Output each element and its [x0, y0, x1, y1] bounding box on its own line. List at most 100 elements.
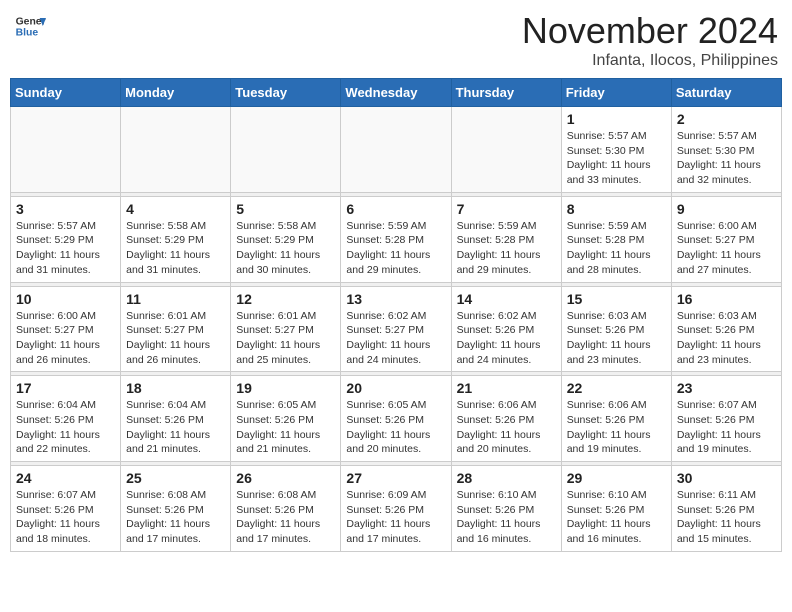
calendar-day-cell: 12Sunrise: 6:01 AM Sunset: 5:27 PM Dayli…: [231, 286, 341, 372]
title-section: November 2024 Infanta, Ilocos, Philippin…: [522, 10, 778, 70]
day-info: Sunrise: 6:04 AM Sunset: 5:26 PM Dayligh…: [126, 398, 225, 457]
day-number: 2: [677, 111, 776, 127]
day-info: Sunrise: 6:08 AM Sunset: 5:26 PM Dayligh…: [126, 488, 225, 547]
calendar-week-row: 17 Sunrise: 6:04 AM Sunset: 5:26 PM Dayli…: [11, 376, 782, 462]
calendar-week-row: 1 Sunrise: 5:57 AM Sunset: 5:30 PM Daylig…: [11, 107, 782, 193]
day-info: Sunrise: 6:06 AM Sunset: 5:26 PM Dayligh…: [457, 398, 556, 457]
calendar-day-cell: 9Sunrise: 6:00 AM Sunset: 5:27 PM Daylig…: [671, 196, 781, 282]
day-number: 29: [567, 470, 666, 486]
calendar-day-cell: 5 Sunrise: 5:58 AM Sunset: 5:29 PM Daylig…: [231, 196, 341, 282]
day-info: Sunrise: 5:57 AM Sunset: 5:30 PM Dayligh…: [567, 129, 666, 188]
weekday-header: Saturday: [671, 79, 781, 107]
calendar-week-row: 10 Sunrise: 6:00 AM Sunset: 5:27 PM Dayli…: [11, 286, 782, 372]
calendar-day-cell: 27 Sunrise: 6:09 AM Sunset: 5:26 PM Dayli…: [341, 466, 451, 552]
day-number: 18: [126, 380, 225, 396]
day-info: Sunrise: 6:00 AM Sunset: 5:27 PM Dayligh…: [677, 219, 776, 278]
day-number: 13: [346, 291, 445, 307]
day-info: Sunrise: 5:59 AM Sunset: 5:28 PM Dayligh…: [457, 219, 556, 278]
day-info: Sunrise: 6:07 AM Sunset: 5:26 PM Dayligh…: [16, 488, 115, 547]
calendar-day-cell: 14Sunrise: 6:02 AM Sunset: 5:26 PM Dayli…: [451, 286, 561, 372]
day-info: Sunrise: 6:03 AM Sunset: 5:26 PM Dayligh…: [677, 309, 776, 368]
calendar-day-cell: 23Sunrise: 6:07 AM Sunset: 5:26 PM Dayli…: [671, 376, 781, 462]
day-info: Sunrise: 6:02 AM Sunset: 5:27 PM Dayligh…: [346, 309, 445, 368]
calendar-day-cell: 29 Sunrise: 6:10 AM Sunset: 5:26 PM Dayli…: [561, 466, 671, 552]
calendar-day-cell: [231, 107, 341, 193]
day-info: Sunrise: 6:10 AM Sunset: 5:26 PM Dayligh…: [457, 488, 556, 547]
month-title: November 2024: [522, 10, 778, 52]
day-number: 19: [236, 380, 335, 396]
day-number: 27: [346, 470, 445, 486]
day-info: Sunrise: 6:05 AM Sunset: 5:26 PM Dayligh…: [346, 398, 445, 457]
day-info: Sunrise: 5:58 AM Sunset: 5:29 PM Dayligh…: [236, 219, 335, 278]
weekday-header: Sunday: [11, 79, 121, 107]
day-info: Sunrise: 6:08 AM Sunset: 5:26 PM Dayligh…: [236, 488, 335, 547]
day-info: Sunrise: 6:00 AM Sunset: 5:27 PM Dayligh…: [16, 309, 115, 368]
location-title: Infanta, Ilocos, Philippines: [522, 52, 778, 70]
calendar-day-cell: 15 Sunrise: 6:03 AM Sunset: 5:26 PM Dayli…: [561, 286, 671, 372]
day-info: Sunrise: 6:07 AM Sunset: 5:26 PM Dayligh…: [677, 398, 776, 457]
svg-text:Blue: Blue: [16, 28, 39, 39]
day-info: Sunrise: 5:57 AM Sunset: 5:29 PM Dayligh…: [16, 219, 115, 278]
weekday-header: Thursday: [451, 79, 561, 107]
calendar-day-cell: 4 Sunrise: 5:58 AM Sunset: 5:29 PM Daylig…: [121, 196, 231, 282]
day-number: 12: [236, 291, 335, 307]
calendar-week-row: 24 Sunrise: 6:07 AM Sunset: 5:26 PM Dayli…: [11, 466, 782, 552]
logo: General Blue: [14, 10, 46, 42]
calendar-day-cell: [121, 107, 231, 193]
calendar-day-cell: 26 Sunrise: 6:08 AM Sunset: 5:26 PM Dayli…: [231, 466, 341, 552]
calendar-day-cell: 17 Sunrise: 6:04 AM Sunset: 5:26 PM Dayli…: [11, 376, 121, 462]
day-number: 30: [677, 470, 776, 486]
day-info: Sunrise: 5:58 AM Sunset: 5:29 PM Dayligh…: [126, 219, 225, 278]
calendar-day-cell: 13 Sunrise: 6:02 AM Sunset: 5:27 PM Dayli…: [341, 286, 451, 372]
day-number: 24: [16, 470, 115, 486]
day-number: 10: [16, 291, 115, 307]
day-number: 5: [236, 201, 335, 217]
day-number: 28: [457, 470, 556, 486]
calendar-day-cell: 19 Sunrise: 6:05 AM Sunset: 5:26 PM Dayli…: [231, 376, 341, 462]
page-header: General Blue November 2024 Infanta, Iloc…: [10, 10, 782, 70]
day-number: 20: [346, 380, 445, 396]
day-info: Sunrise: 5:59 AM Sunset: 5:28 PM Dayligh…: [567, 219, 666, 278]
calendar-day-cell: 2Sunrise: 5:57 AM Sunset: 5:30 PM Daylig…: [671, 107, 781, 193]
calendar-day-cell: 25 Sunrise: 6:08 AM Sunset: 5:26 PM Dayli…: [121, 466, 231, 552]
calendar-day-cell: 1 Sunrise: 5:57 AM Sunset: 5:30 PM Daylig…: [561, 107, 671, 193]
calendar-day-cell: 6Sunrise: 5:59 AM Sunset: 5:28 PM Daylig…: [341, 196, 451, 282]
calendar-day-cell: 24 Sunrise: 6:07 AM Sunset: 5:26 PM Dayli…: [11, 466, 121, 552]
calendar-day-cell: [11, 107, 121, 193]
day-info: Sunrise: 6:05 AM Sunset: 5:26 PM Dayligh…: [236, 398, 335, 457]
weekday-header: Wednesday: [341, 79, 451, 107]
weekday-header: Monday: [121, 79, 231, 107]
day-info: Sunrise: 6:04 AM Sunset: 5:26 PM Dayligh…: [16, 398, 115, 457]
weekday-header: Tuesday: [231, 79, 341, 107]
day-number: 26: [236, 470, 335, 486]
day-info: Sunrise: 6:09 AM Sunset: 5:26 PM Dayligh…: [346, 488, 445, 547]
day-info: Sunrise: 6:10 AM Sunset: 5:26 PM Dayligh…: [567, 488, 666, 547]
day-number: 15: [567, 291, 666, 307]
calendar-day-cell: [341, 107, 451, 193]
calendar-week-row: 3 Sunrise: 5:57 AM Sunset: 5:29 PM Daylig…: [11, 196, 782, 282]
calendar-day-cell: 22Sunrise: 6:06 AM Sunset: 5:26 PM Dayli…: [561, 376, 671, 462]
day-number: 3: [16, 201, 115, 217]
day-info: Sunrise: 6:06 AM Sunset: 5:26 PM Dayligh…: [567, 398, 666, 457]
calendar-day-cell: [451, 107, 561, 193]
calendar-day-cell: 20 Sunrise: 6:05 AM Sunset: 5:26 PM Dayli…: [341, 376, 451, 462]
calendar-day-cell: 30 Sunrise: 6:11 AM Sunset: 5:26 PM Dayli…: [671, 466, 781, 552]
calendar-day-cell: 11Sunrise: 6:01 AM Sunset: 5:27 PM Dayli…: [121, 286, 231, 372]
calendar-day-cell: 28 Sunrise: 6:10 AM Sunset: 5:26 PM Dayli…: [451, 466, 561, 552]
day-number: 14: [457, 291, 556, 307]
day-number: 7: [457, 201, 556, 217]
day-number: 1: [567, 111, 666, 127]
day-info: Sunrise: 6:01 AM Sunset: 5:27 PM Dayligh…: [126, 309, 225, 368]
calendar-day-cell: 10 Sunrise: 6:00 AM Sunset: 5:27 PM Dayli…: [11, 286, 121, 372]
day-number: 4: [126, 201, 225, 217]
weekday-header: Friday: [561, 79, 671, 107]
calendar-day-cell: 3 Sunrise: 5:57 AM Sunset: 5:29 PM Daylig…: [11, 196, 121, 282]
calendar-header-row: SundayMondayTuesdayWednesdayThursdayFrid…: [11, 79, 782, 107]
day-info: Sunrise: 6:11 AM Sunset: 5:26 PM Dayligh…: [677, 488, 776, 547]
day-info: Sunrise: 6:03 AM Sunset: 5:26 PM Dayligh…: [567, 309, 666, 368]
logo-icon: General Blue: [14, 10, 46, 42]
day-number: 25: [126, 470, 225, 486]
day-number: 17: [16, 380, 115, 396]
calendar-day-cell: 21Sunrise: 6:06 AM Sunset: 5:26 PM Dayli…: [451, 376, 561, 462]
day-info: Sunrise: 5:59 AM Sunset: 5:28 PM Dayligh…: [346, 219, 445, 278]
